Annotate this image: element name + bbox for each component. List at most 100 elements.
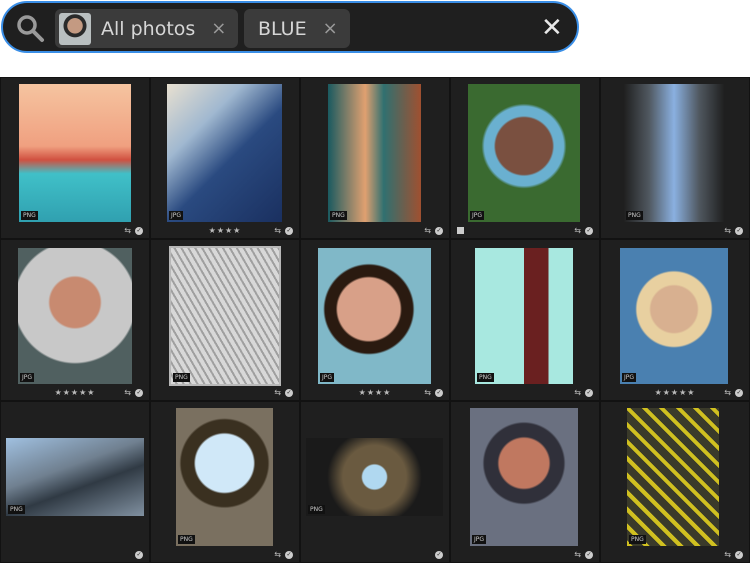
format-badge: JPG [20, 373, 35, 382]
check-icon: ✓ [285, 550, 293, 559]
format-badge: JPG [169, 211, 184, 220]
format-badge: PNG [173, 373, 190, 382]
format-badge: JPG [622, 373, 637, 382]
format-badge: JPG [472, 535, 487, 544]
tile-status-icons: ⇆ ✓ [574, 550, 593, 559]
photo-grid: PNG ⇆ ✓ JPG ★★★★ ⇆ ✓ PNG ⇆ ✓ JPG ⇆ ✓ PNG ⇆ ✓ JPG ★★★★★ ⇆ ✓ P… [0, 77, 750, 563]
format-badge: PNG [178, 535, 195, 544]
photo-thumbnail[interactable]: JPG [468, 84, 580, 222]
chip-label: All photos [101, 17, 196, 40]
format-badge: JPG [320, 373, 335, 382]
flag-icon[interactable] [457, 227, 464, 234]
photo-thumbnail[interactable]: PNG [19, 84, 131, 222]
format-badge: JPG [470, 211, 485, 220]
tile-status-icons: ⇆ ✓ [124, 226, 143, 235]
remove-chip-icon[interactable]: × [211, 18, 226, 39]
tile-status-icons: ✓ [435, 551, 443, 559]
check-icon: ✓ [135, 551, 143, 559]
photo-thumbnail[interactable]: JPG [18, 248, 132, 384]
check-icon: ✓ [135, 388, 143, 397]
sync-icon: ⇆ [424, 226, 431, 235]
clear-search-icon[interactable]: ✕ [541, 13, 563, 43]
check-icon: ✓ [435, 551, 443, 559]
tile-status-icons: ⇆ ✓ [724, 388, 743, 397]
chip-all-photos[interactable]: All photos × [55, 9, 238, 48]
format-badge: PNG [21, 211, 38, 220]
tile-status-icons: ✓ [135, 551, 143, 559]
photo-thumbnail[interactable]: JPG [620, 248, 728, 384]
search-bar[interactable]: All photos × BLUE × ✕ [1, 1, 579, 53]
format-badge: PNG [629, 535, 646, 544]
tile-status-icons: ⇆ ✓ [724, 226, 743, 235]
photo-thumbnail[interactable]: JPG [318, 248, 431, 384]
chip-label: BLUE [258, 17, 307, 40]
photo-tile[interactable]: PNG ⇆ ✓ [1, 78, 149, 238]
photo-tile[interactable]: JPG ★★★★★ ⇆ ✓ [601, 240, 749, 400]
photo-tile[interactable]: PNG ⇆ ✓ [151, 240, 299, 400]
photo-tile[interactable]: PNG ⇆ ✓ [451, 240, 599, 400]
photo-thumbnail[interactable]: PNG [475, 248, 573, 384]
photo-tile[interactable]: PNG ⇆ ✓ [151, 402, 299, 562]
check-icon: ✓ [735, 226, 743, 235]
photo-thumbnail[interactable]: JPG [470, 408, 578, 546]
sync-icon: ⇆ [274, 226, 281, 235]
photo-tile[interactable]: PNG ⇆ ✓ [601, 78, 749, 238]
check-icon: ✓ [285, 226, 293, 235]
photo-tile[interactable]: PNG ⇆ ✓ [301, 78, 449, 238]
search-icon[interactable] [15, 13, 45, 43]
photo-tile[interactable]: PNG ⇆ ✓ [601, 402, 749, 562]
tile-status-icons: ⇆ ✓ [274, 226, 293, 235]
check-icon: ✓ [585, 550, 593, 559]
check-icon: ✓ [585, 388, 593, 397]
format-badge: PNG [308, 505, 325, 514]
check-icon: ✓ [585, 226, 593, 235]
tile-status-icons: ⇆ ✓ [124, 388, 143, 397]
chip-blue[interactable]: BLUE × [244, 9, 350, 48]
photo-thumbnail[interactable]: PNG [169, 246, 281, 386]
tile-status-icons: ⇆ ✓ [574, 388, 593, 397]
sync-icon: ⇆ [124, 226, 131, 235]
format-badge: PNG [626, 211, 643, 220]
tile-status-icons: ⇆ ✓ [274, 388, 293, 397]
sync-icon: ⇆ [724, 550, 731, 559]
sync-icon: ⇆ [424, 388, 431, 397]
tile-status-icons: ⇆ ✓ [724, 550, 743, 559]
tile-status-icons: ⇆ ✓ [574, 226, 593, 235]
check-icon: ✓ [135, 226, 143, 235]
photo-thumbnail[interactable]: PNG [328, 84, 421, 222]
photo-thumbnail[interactable]: PNG [627, 408, 719, 546]
format-badge: PNG [330, 211, 347, 220]
photo-tile[interactable]: JPG ⇆ ✓ [451, 402, 599, 562]
format-badge: PNG [8, 505, 25, 514]
format-badge: PNG [477, 373, 494, 382]
sync-icon: ⇆ [124, 388, 131, 397]
photo-thumbnail[interactable]: PNG [176, 408, 273, 546]
sync-icon: ⇆ [724, 226, 731, 235]
photo-tile[interactable]: PNG ✓ [1, 402, 149, 562]
photo-tile[interactable]: JPG ★★★★★ ⇆ ✓ [1, 240, 149, 400]
sync-icon: ⇆ [574, 226, 581, 235]
check-icon: ✓ [435, 226, 443, 235]
photo-thumbnail[interactable]: JPG [167, 84, 282, 222]
sync-icon: ⇆ [574, 550, 581, 559]
photo-tile[interactable]: JPG ★★★★ ⇆ ✓ [151, 78, 299, 238]
check-icon: ✓ [735, 388, 743, 397]
photo-thumbnail[interactable]: PNG [306, 438, 443, 516]
sync-icon: ⇆ [274, 550, 281, 559]
tile-status-icons: ⇆ ✓ [424, 226, 443, 235]
tile-status-icons: ⇆ ✓ [424, 388, 443, 397]
tile-status-icons: ⇆ ✓ [274, 550, 293, 559]
photo-tile[interactable]: JPG ★★★★ ⇆ ✓ [301, 240, 449, 400]
check-icon: ✓ [435, 388, 443, 397]
sync-icon: ⇆ [274, 388, 281, 397]
photo-thumbnail[interactable]: PNG [6, 438, 144, 516]
photo-tile[interactable]: PNG ✓ [301, 402, 449, 562]
sync-icon: ⇆ [724, 388, 731, 397]
photo-thumbnail[interactable]: PNG [624, 84, 724, 222]
check-icon: ✓ [285, 388, 293, 397]
photo-tile[interactable]: JPG ⇆ ✓ [451, 78, 599, 238]
avatar [59, 12, 91, 45]
remove-chip-icon[interactable]: × [323, 18, 338, 39]
sync-icon: ⇆ [574, 388, 581, 397]
check-icon: ✓ [735, 550, 743, 559]
